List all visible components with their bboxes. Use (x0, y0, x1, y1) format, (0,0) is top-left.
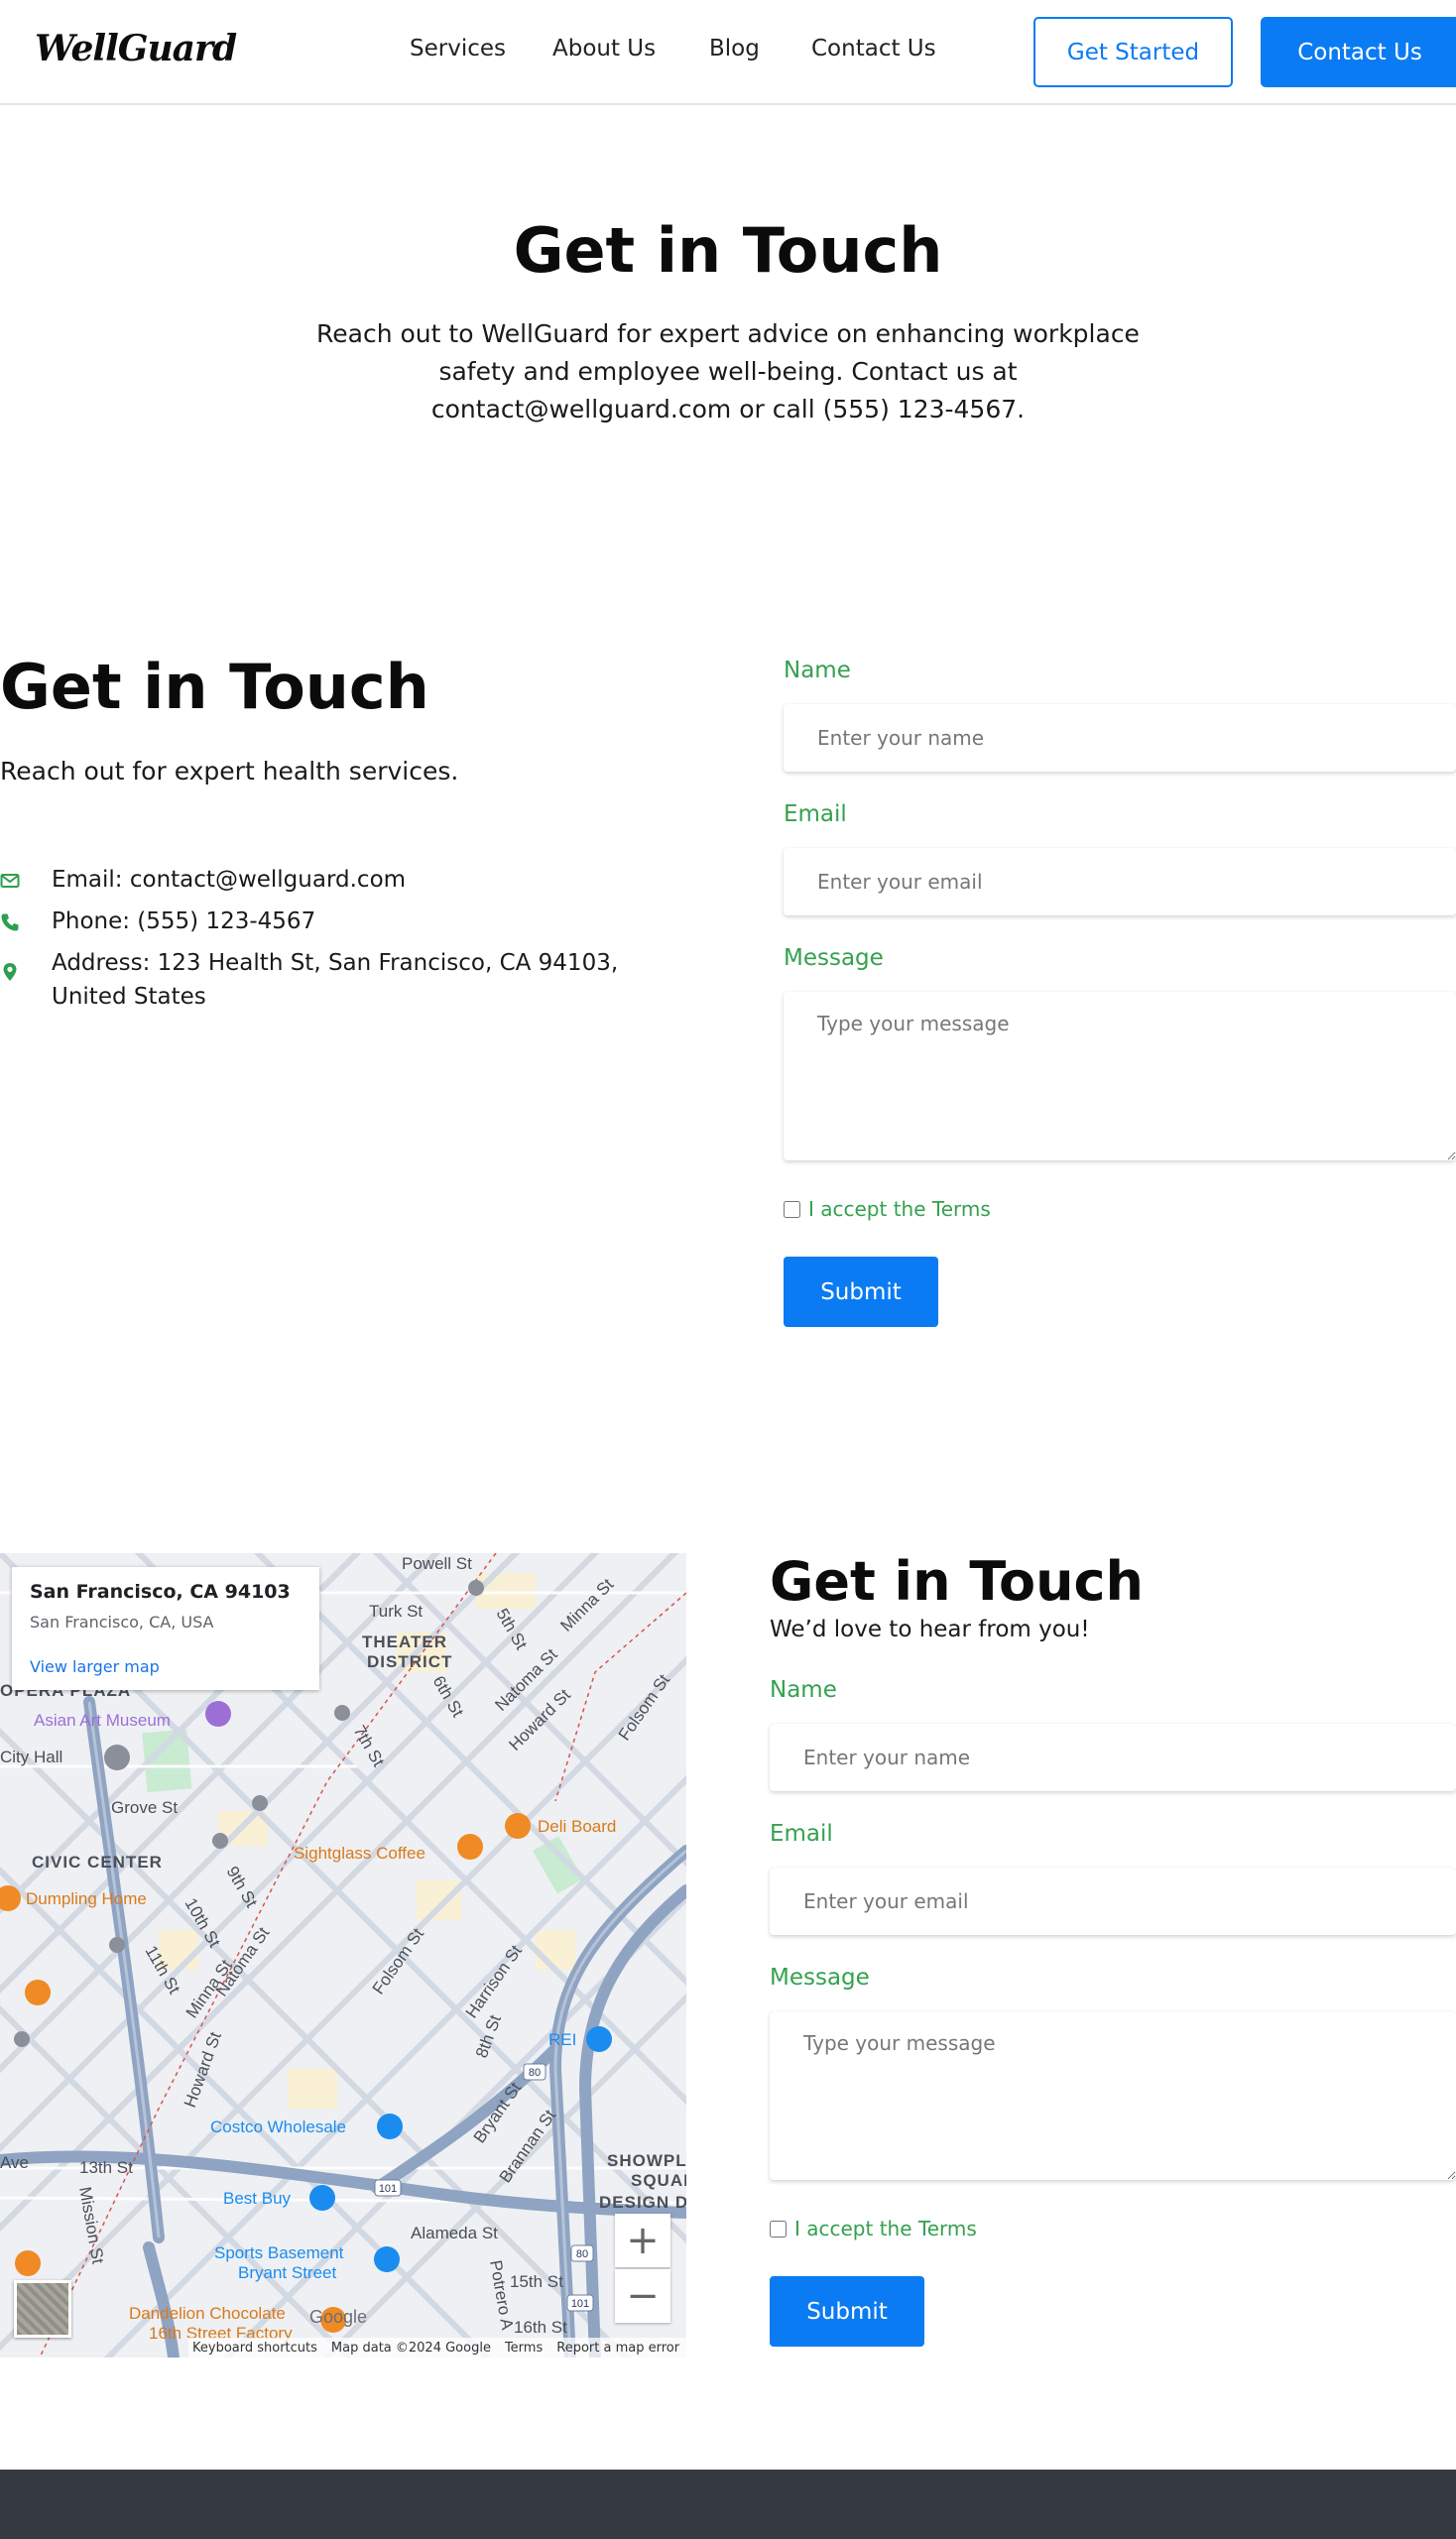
contact-section-subtitle: Reach out for expert health services. (0, 757, 459, 786)
svg-text:DESIGN D: DESIGN D (599, 2193, 686, 2212)
contact-phone[interactable]: Phone: (555) 123-4567 (52, 908, 315, 934)
nav-about-us[interactable]: About Us (552, 36, 656, 61)
svg-text:THEATER: THEATER (362, 1632, 447, 1651)
envelope-icon (0, 874, 20, 888)
contact-address-row: Address: 123 Health St, San Francisco, C… (0, 946, 684, 1014)
svg-text:REI: REI (548, 2030, 576, 2049)
terms-checkbox-2[interactable] (770, 2220, 787, 2237)
zoom-out-button[interactable]: − (615, 2269, 670, 2323)
name-input[interactable] (784, 704, 1456, 772)
terms-label[interactable]: I accept the Terms (808, 1197, 991, 1221)
contact-email-row: Email: contact@wellguard.com (0, 863, 684, 897)
contact-form-title: Get in Touch (770, 1550, 1144, 1613)
email-label: Email (784, 801, 847, 827)
message-textarea[interactable] (784, 992, 1456, 1160)
keyboard-shortcuts-link[interactable]: Keyboard shortcuts (192, 2341, 317, 2356)
hero-text: Reach out to WellGuard for expert advice… (316, 319, 1140, 423)
svg-text:Best Buy: Best Buy (223, 2189, 292, 2208)
contact-address: Address: 123 Health St, San Francisco, C… (52, 950, 619, 1010)
contact-section-title: Get in Touch (0, 651, 429, 723)
svg-text:SHOWPLACE: SHOWPLACE (607, 2151, 686, 2170)
svg-text:Grove St: Grove St (111, 1798, 178, 1817)
svg-text:Dandelion Chocolate: Dandelion Chocolate (129, 2304, 286, 2323)
map-terms-link[interactable]: Terms (505, 2341, 543, 2356)
location-pin-icon (3, 963, 17, 981)
svg-text:Ave: Ave (0, 2153, 29, 2172)
submit-button-2[interactable]: Submit (770, 2276, 924, 2347)
svg-text:80: 80 (576, 2248, 588, 2260)
contact-details: Email: contact@wellguard.com Phone: (555… (0, 863, 684, 1022)
svg-text:Dumpling Home: Dumpling Home (26, 1889, 147, 1908)
message-label: Message (784, 945, 884, 971)
svg-text:Sightglass Coffee: Sightglass Coffee (294, 1844, 425, 1863)
phone-icon (1, 913, 19, 931)
contact-phone-row: Phone: (555) 123-4567 (0, 905, 684, 938)
report-map-error-link[interactable]: Report a map error (556, 2341, 679, 2356)
svg-text:Bryant Street: Bryant Street (238, 2263, 336, 2282)
map-place-name: San Francisco, CA 94103 (30, 1581, 291, 1603)
terms-checkbox-row: I accept the Terms (784, 1197, 991, 1221)
submit-button[interactable]: Submit (784, 1257, 938, 1327)
svg-text:101: 101 (379, 2183, 397, 2195)
terms-label-2[interactable]: I accept the Terms (794, 2217, 977, 2240)
svg-text:15th St: 15th St (510, 2272, 563, 2291)
svg-text:13th St: 13th St (79, 2158, 133, 2177)
svg-text:16th St: 16th St (514, 2318, 567, 2337)
svg-text:80: 80 (529, 2067, 541, 2079)
terms-checkbox-row-2: I accept the Terms (770, 2217, 977, 2240)
logo[interactable]: WellGuard (35, 28, 237, 69)
name-input-2[interactable] (770, 1724, 1456, 1791)
contact-email[interactable]: Email: contact@wellguard.com (52, 867, 406, 893)
nav-blog[interactable]: Blog (709, 36, 760, 61)
email-label-2: Email (770, 1821, 833, 1847)
site-footer (0, 2470, 1456, 2539)
embedded-map[interactable]: Powell St Turk St 5th St Minna St THEATE… (0, 1553, 686, 2358)
svg-text:Deli Board: Deli Board (538, 1817, 616, 1836)
svg-text:Costco Wholesale: Costco Wholesale (210, 2117, 346, 2136)
svg-text:Alameda St: Alameda St (411, 2224, 498, 2242)
svg-text:Google: Google (309, 2307, 367, 2327)
svg-text:101: 101 (571, 2298, 589, 2310)
site-header: WellGuard Services About Us Blog Contact… (0, 0, 1456, 105)
svg-text:Asian Art Museum: Asian Art Museum (34, 1711, 171, 1730)
svg-text:CIVIC CENTER: CIVIC CENTER (32, 1853, 163, 1872)
svg-text:DISTRICT: DISTRICT (367, 1652, 452, 1671)
message-textarea-2[interactable] (770, 2011, 1456, 2180)
terms-checkbox[interactable] (784, 1200, 800, 1218)
email-input[interactable] (784, 848, 1456, 915)
svg-text:Powell St: Powell St (402, 1554, 472, 1573)
map-info-card: San Francisco, CA 94103 San Francisco, C… (12, 1567, 319, 1690)
svg-text:City Hall: City Hall (0, 1748, 62, 1766)
map-data-text: Map data ©2024 Google (330, 2340, 491, 2356)
svg-text:Turk St: Turk St (369, 1602, 423, 1621)
nav-contact-us[interactable]: Contact Us (811, 36, 936, 61)
get-started-button[interactable]: Get Started (1033, 17, 1233, 87)
email-input-2[interactable] (770, 1868, 1456, 1935)
name-label-2: Name (770, 1677, 837, 1703)
map-place-region: San Francisco, CA, USA (30, 1613, 214, 1632)
svg-text:Sports Basement: Sports Basement (214, 2243, 344, 2262)
name-label: Name (784, 658, 851, 683)
hero-title: Get in Touch (513, 214, 943, 287)
zoom-in-button[interactable]: + (615, 2214, 670, 2267)
satellite-toggle[interactable] (14, 2280, 71, 2338)
contact-form-subtitle: We’d love to hear from you! (770, 1617, 1090, 1642)
view-larger-map-link[interactable]: View larger map (30, 1657, 302, 1676)
contact-us-button[interactable]: Contact Us (1261, 17, 1456, 87)
nav-services[interactable]: Services (410, 36, 506, 61)
svg-text:SQUARE: SQUARE (631, 2171, 686, 2190)
map-attribution: Keyboard shortcuts Map data ©2024 Google… (188, 2338, 686, 2358)
message-label-2: Message (770, 1965, 870, 1991)
